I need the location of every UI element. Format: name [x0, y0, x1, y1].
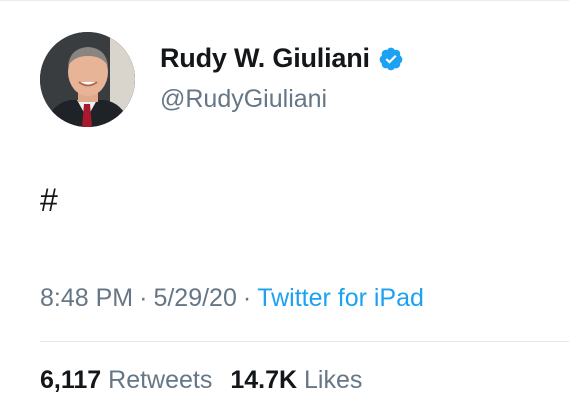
tweet-text: # — [40, 182, 58, 218]
meta-separator: · — [242, 284, 252, 312]
tweet-source-link[interactable]: Twitter for iPad — [257, 284, 424, 312]
tweet-date[interactable]: 5/29/20 — [153, 284, 236, 312]
verified-badge-icon — [378, 46, 404, 72]
avatar[interactable] — [40, 32, 135, 127]
tweet-meta: 8:48 PM · 5/29/20 · Twitter for iPad — [40, 284, 424, 313]
top-divider — [0, 0, 569, 1]
author-name-row[interactable]: Rudy W. Giuliani — [160, 43, 404, 74]
likes-stat[interactable]: 14.7K Likes — [230, 366, 362, 394]
author-handle[interactable]: @RudyGiuliani — [160, 85, 327, 114]
author-display-name[interactable]: Rudy W. Giuliani — [160, 43, 370, 74]
stats-divider — [40, 341, 569, 342]
meta-separator: · — [139, 284, 148, 312]
likes-label: Likes — [304, 366, 363, 394]
retweets-stat[interactable]: 6,117 Retweets — [40, 366, 212, 394]
tweet-time[interactable]: 8:48 PM — [40, 284, 133, 312]
likes-count: 14.7K — [230, 366, 298, 394]
tweet-stats: 6,117 Retweets 14.7K Likes — [40, 366, 380, 395]
retweets-label: Retweets — [108, 366, 213, 394]
avatar-image — [40, 32, 135, 127]
retweets-count: 6,117 — [40, 366, 102, 394]
